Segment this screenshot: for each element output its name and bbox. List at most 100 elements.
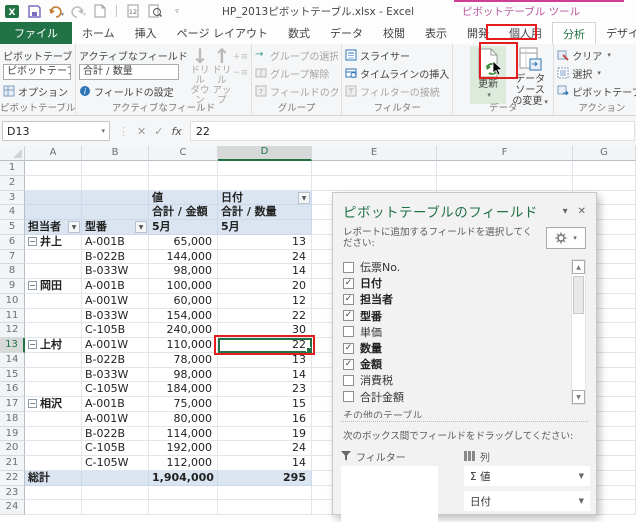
column-header-C[interactable]: C <box>149 146 218 161</box>
filter-dropdown-icon[interactable]: ▼ <box>135 221 147 233</box>
cell-B1[interactable] <box>82 161 149 176</box>
filter-connections-button[interactable]: フィルターの接続 <box>345 82 449 100</box>
cell-A18[interactable] <box>25 412 82 427</box>
cell-D13[interactable]: 22 <box>218 338 312 353</box>
field-checkbox[interactable]: ✓ <box>343 278 354 289</box>
cell-C13[interactable]: 110,000 <box>149 338 218 353</box>
cell-A13[interactable]: −上村 <box>25 338 82 353</box>
insert-function-icon[interactable]: fx <box>171 125 181 138</box>
cell-B8[interactable]: B-033W <box>82 264 149 279</box>
name-box-dropdown-arrow[interactable]: ▾ <box>101 127 105 135</box>
cell-B10[interactable]: A-001W <box>82 294 149 309</box>
tab-ページ レイアウト[interactable]: ページ レイアウト <box>167 22 278 44</box>
cell-D9[interactable]: 20 <box>218 279 312 294</box>
row-header-20[interactable]: 20 <box>0 441 25 456</box>
cell-C9[interactable]: 100,000 <box>149 279 218 294</box>
cell-A9[interactable]: −岡田 <box>25 279 82 294</box>
cell-G1[interactable] <box>573 161 636 176</box>
row-header-21[interactable]: 21 <box>0 456 25 471</box>
row-header-6[interactable]: 6 <box>0 235 25 250</box>
cell-D24[interactable] <box>218 500 312 515</box>
columns-item-dropdown-arrow[interactable]: ▼ <box>579 497 584 505</box>
cell-B4[interactable] <box>82 205 149 220</box>
row-header-7[interactable]: 7 <box>0 250 25 265</box>
cell-C14[interactable]: 78,000 <box>149 353 218 368</box>
row-header-13[interactable]: 13 <box>0 338 25 353</box>
cancel-entry-icon[interactable]: ✕ <box>137 125 146 138</box>
name-box[interactable]: D13 ▾ <box>2 121 110 141</box>
cell-A3[interactable] <box>25 191 82 206</box>
cell-A4[interactable] <box>25 205 82 220</box>
select-button[interactable]: 選択▾ <box>557 64 636 82</box>
refresh-button[interactable]: 更新 ▾ <box>470 46 506 104</box>
scrollbar-thumb[interactable] <box>573 276 584 314</box>
row-header-24[interactable]: 24 <box>0 500 25 515</box>
field-settings-button[interactable]: i フィールドの設定 <box>79 82 189 100</box>
group-selection-button[interactable]: → グループの選択 <box>255 46 338 64</box>
row-header-11[interactable]: 11 <box>0 309 25 324</box>
field-checkbox[interactable] <box>343 262 354 273</box>
cell-B5[interactable]: 型番▼ <box>82 220 149 235</box>
field-item-型番[interactable]: ✓型番 <box>343 308 586 324</box>
filters-dropzone[interactable] <box>341 466 438 522</box>
columns-area-item[interactable]: Σ 値▼ <box>464 466 590 486</box>
field-item-金額[interactable]: ✓金額 <box>343 356 586 372</box>
row-header-1[interactable]: 1 <box>0 161 25 176</box>
cell-C11[interactable]: 154,000 <box>149 309 218 324</box>
tab-ファイル[interactable]: ファイル <box>0 22 72 44</box>
cell-C15[interactable]: 98,000 <box>149 368 218 383</box>
more-tables-link[interactable]: その他のテーブル... <box>333 405 596 418</box>
cell-A23[interactable] <box>25 486 82 501</box>
cell-D3[interactable]: 日付▼ <box>218 191 312 206</box>
cell-D11[interactable]: 22 <box>218 309 312 324</box>
undo-icon[interactable]: ▾ <box>48 4 64 19</box>
cell-A12[interactable] <box>25 323 82 338</box>
cell-B21[interactable]: C-105W <box>82 456 149 471</box>
cell-C22[interactable]: 1,904,000 <box>149 471 218 486</box>
field-checkbox[interactable] <box>343 326 354 337</box>
cell-B12[interactable]: C-105B <box>82 323 149 338</box>
row-header-8[interactable]: 8 <box>0 264 25 279</box>
cell-D20[interactable]: 24 <box>218 441 312 456</box>
field-item-単価[interactable]: 単価 <box>343 324 586 340</box>
field-item-数量[interactable]: ✓数量 <box>343 340 586 356</box>
field-checkbox[interactable]: ✓ <box>343 359 354 370</box>
cell-C2[interactable] <box>149 176 218 191</box>
row-header-2[interactable]: 2 <box>0 176 25 191</box>
tab-挿入[interactable]: 挿入 <box>125 22 167 44</box>
column-header-A[interactable]: A <box>25 146 82 161</box>
cell-C23[interactable] <box>149 486 218 501</box>
cell-E2[interactable] <box>312 176 437 191</box>
field-item-日付[interactable]: ✓日付 <box>343 275 586 291</box>
cell-D5[interactable]: 5月 <box>218 220 312 235</box>
field-item-合計金額[interactable]: 合計金額 <box>343 389 586 405</box>
collapse-group-icon[interactable]: − <box>28 340 37 349</box>
cell-C7[interactable]: 144,000 <box>149 250 218 265</box>
row-header-3[interactable]: 3 <box>0 191 25 206</box>
options-button[interactable]: オプション▾ <box>3 82 72 100</box>
cell-B3[interactable] <box>82 191 149 206</box>
cell-C10[interactable]: 60,000 <box>149 294 218 309</box>
group-field-button[interactable]: 7 フィールドのグループ化 <box>255 82 338 100</box>
select-all-corner[interactable] <box>0 146 25 161</box>
cell-C24[interactable] <box>149 500 218 515</box>
expand-field-icon[interactable]: +≡ <box>233 52 248 62</box>
cell-B9[interactable]: A-001B <box>82 279 149 294</box>
change-data-source-button[interactable]: データ ソース の変更▾ <box>510 46 550 108</box>
cell-A7[interactable] <box>25 250 82 265</box>
cell-B23[interactable] <box>82 486 149 501</box>
collapse-group-icon[interactable]: − <box>28 237 37 246</box>
qat-customize-icon[interactable]: ▿ <box>169 4 185 19</box>
cell-A5[interactable]: 担当者▼ <box>25 220 82 235</box>
row-header-14[interactable]: 14 <box>0 353 25 368</box>
cell-A11[interactable] <box>25 309 82 324</box>
cell-D2[interactable] <box>218 176 312 191</box>
cell-A8[interactable] <box>25 264 82 279</box>
cell-C21[interactable]: 112,000 <box>149 456 218 471</box>
cell-A17[interactable]: −相沢 <box>25 397 82 412</box>
cell-A15[interactable] <box>25 368 82 383</box>
cell-D6[interactable]: 13 <box>218 235 312 250</box>
row-header-5[interactable]: 5 <box>0 220 25 235</box>
row-header-16[interactable]: 16 <box>0 382 25 397</box>
field-list-scrollbar[interactable]: ▲ ▼ <box>571 259 586 405</box>
